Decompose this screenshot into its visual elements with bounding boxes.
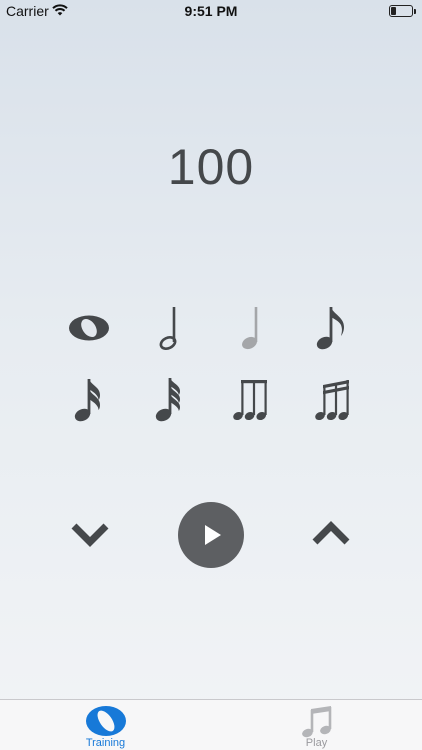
quarter-note-button[interactable] [211,298,291,358]
chevron-down-icon [71,523,109,547]
eighth-note-icon [316,307,344,350]
status-time: 9:51 PM [184,3,238,19]
tab-bar: Training Play [0,699,422,750]
eighth-triplet-button[interactable] [211,370,291,430]
half-note-button[interactable] [130,298,210,358]
tab-play[interactable]: Play [211,700,422,750]
play-icon [205,525,221,545]
half-note-icon [159,307,177,350]
battery-tip [414,9,416,14]
note-value-grid [49,298,373,438]
increase-tempo-button[interactable] [307,514,355,554]
sixteenth-triplet-icon [315,380,349,421]
thirty-second-note-icon [155,378,180,422]
sixteenth-note-icon [74,379,100,422]
tab-training-label: Training [85,737,126,749]
eighth-triplet-icon [233,380,267,421]
quarter-note-icon [242,307,258,350]
tempo-controls [0,500,422,570]
play-button[interactable] [178,502,244,568]
whole-note-button[interactable] [49,298,129,358]
sixteenth-note-button[interactable] [49,370,129,430]
chevron-up-icon [312,521,350,545]
tab-training[interactable]: Training [0,700,211,750]
battery-icon [389,5,413,17]
thirty-second-note-button[interactable] [130,370,210,430]
tab-play-label: Play [305,737,328,749]
tempo-value: 100 [167,139,255,195]
sixteenth-triplet-button[interactable] [293,370,373,430]
decrease-tempo-button[interactable] [66,514,114,554]
whole-note-icon [69,315,109,341]
eighth-note-button[interactable] [293,298,373,358]
status-bar: Carrier 9:51 PM [0,0,422,24]
